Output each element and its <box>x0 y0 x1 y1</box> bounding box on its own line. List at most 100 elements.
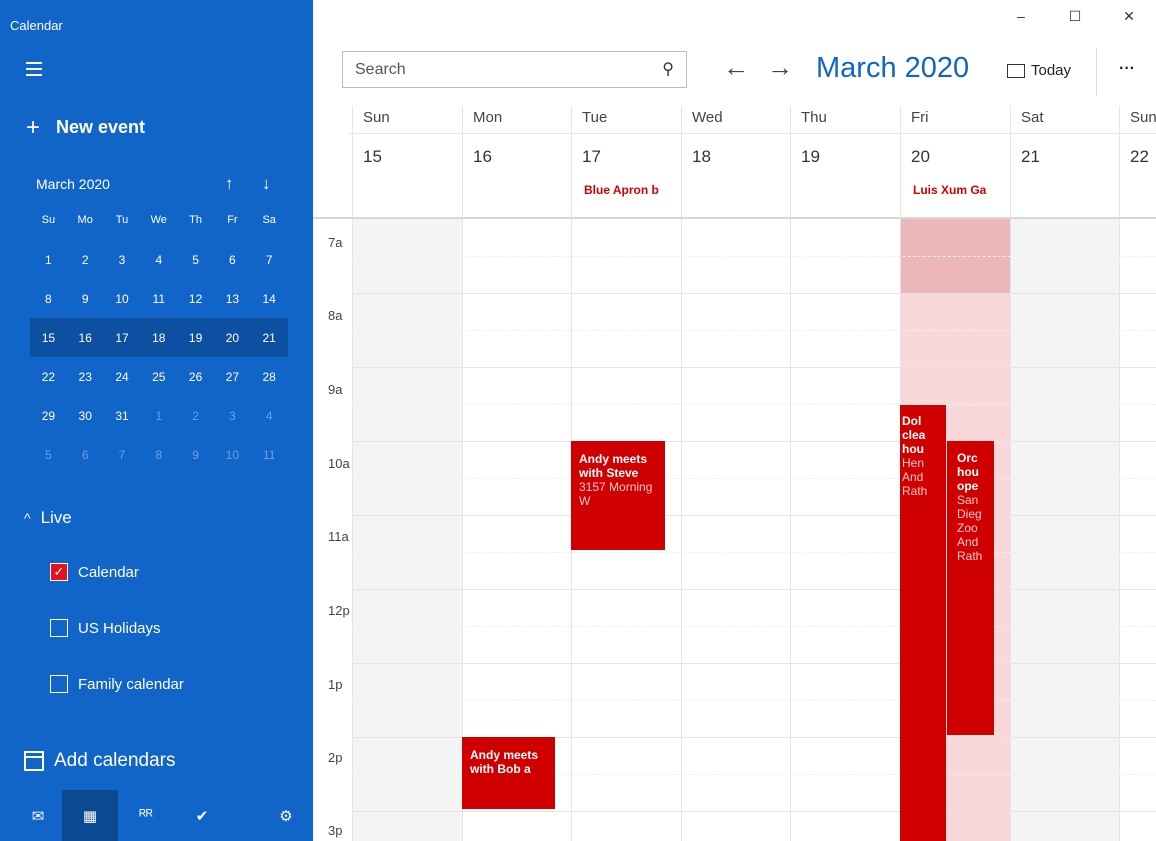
mini-calendar-day[interactable]: 24 <box>104 370 141 384</box>
arrow-left-icon[interactable]: ← <box>723 52 749 82</box>
day-date: 22 <box>1130 147 1149 166</box>
mini-calendar-day[interactable]: 18 <box>140 331 177 345</box>
mini-calendar-week: 29 30 31 1 2 3 4 <box>30 396 288 435</box>
mini-calendar-day[interactable]: 27 <box>214 370 251 384</box>
day-header[interactable]: Sun 15 <box>352 106 462 218</box>
day-header[interactable]: Tue 17 Blue Apron b <box>571 106 681 218</box>
day-header[interactable]: Fri 20 Luis Xum Ga <box>900 106 1010 218</box>
calendar-event[interactable]: Andy meets with Steve 3157 Morning W <box>571 441 665 550</box>
todo-icon[interactable]: ✔ <box>174 790 230 841</box>
mini-calendar-day[interactable]: 1 <box>140 409 177 423</box>
mini-calendar-weekdays: Su Mo Tu We Th Fr Sa <box>30 200 288 240</box>
mini-calendar-day[interactable]: 7 <box>251 253 288 267</box>
all-day-event[interactable]: Blue Apron b <box>584 183 672 197</box>
calendar-icon[interactable]: ▦ <box>62 790 118 841</box>
close-icon[interactable]: ✕ <box>1102 8 1156 25</box>
arrow-right-icon[interactable]: → <box>767 52 793 82</box>
more-options-icon[interactable]: ··· <box>1119 60 1135 78</box>
time-grid[interactable]: 7a 8a 9a 10a 11a 12p 1p 2p 3p Andy meets… <box>313 219 1156 841</box>
calendar-item-us-holidays[interactable]: US Holidays <box>50 619 161 637</box>
mini-calendar-day[interactable]: 12 <box>177 292 214 306</box>
new-event-button[interactable]: + New event <box>26 115 145 139</box>
mini-calendar-day[interactable]: 31 <box>104 409 141 423</box>
search-input[interactable]: Search ⚲ <box>342 51 687 88</box>
minimize-icon[interactable]: – <box>994 8 1048 25</box>
mini-calendar-day[interactable]: 17 <box>104 331 141 345</box>
checkbox-checked-icon[interactable]: ✓ <box>50 563 68 581</box>
mini-calendar-day[interactable]: 29 <box>30 409 67 423</box>
mini-calendar-day[interactable]: 5 <box>30 448 67 462</box>
day-header[interactable]: Sat 21 <box>1010 106 1119 218</box>
checkbox-icon[interactable] <box>50 675 68 693</box>
day-date: 19 <box>801 147 820 166</box>
calendar-event[interactable]: Andy meets with Bob a <box>462 737 555 809</box>
mini-calendar-day[interactable]: 11 <box>140 292 177 306</box>
half-hour-line <box>352 552 1156 553</box>
mini-calendar-day[interactable]: 14 <box>251 292 288 306</box>
mini-calendar-day[interactable]: 19 <box>177 331 214 345</box>
mini-calendar-day[interactable]: 22 <box>30 370 67 384</box>
hamburger-menu-icon[interactable] <box>26 62 42 76</box>
mini-calendar-month[interactable]: March 2020 <box>36 176 110 192</box>
search-icon[interactable]: ⚲ <box>662 59 674 79</box>
mini-calendar-day[interactable]: 8 <box>140 448 177 462</box>
checkbox-icon[interactable] <box>50 619 68 637</box>
day-of-week: Thu <box>801 109 827 126</box>
mini-calendar-day[interactable]: 8 <box>30 292 67 306</box>
mini-calendar-day[interactable]: 6 <box>214 253 251 267</box>
all-day-event[interactable]: Luis Xum Ga <box>913 183 1001 197</box>
day-header[interactable]: Mon 16 <box>462 106 571 218</box>
mini-calendar-day[interactable]: 13 <box>214 292 251 306</box>
sidebar: Calendar + New event March 2020 ↑ ↓ Su M… <box>0 0 313 841</box>
mini-calendar-day[interactable]: 30 <box>67 409 104 423</box>
mini-calendar-day[interactable]: 21 <box>251 331 288 345</box>
today-icon <box>1007 63 1025 78</box>
mini-calendar-day[interactable]: 15 <box>30 331 67 345</box>
day-date: 20 <box>911 147 930 166</box>
mini-calendar-day[interactable]: 2 <box>177 409 214 423</box>
mini-calendar-day[interactable]: 9 <box>67 292 104 306</box>
mini-calendar-day[interactable]: 23 <box>67 370 104 384</box>
arrow-down-icon[interactable]: ↓ <box>262 174 271 194</box>
mini-calendar-day[interactable]: 4 <box>251 409 288 423</box>
mini-calendar-day[interactable]: 11 <box>251 448 288 462</box>
mini-calendar-day[interactable]: 28 <box>251 370 288 384</box>
event-title: Andy meets with Steve <box>579 452 648 480</box>
add-calendars-button[interactable]: Add calendars <box>24 750 175 772</box>
column-divider <box>790 219 791 841</box>
mini-calendar-day[interactable]: 10 <box>214 448 251 462</box>
calendar-event[interactable]: Orc hou ope San Dieg Zoo And Rath <box>947 441 994 735</box>
mini-calendar-day[interactable]: 20 <box>214 331 251 345</box>
mini-calendar-day[interactable]: 7 <box>104 448 141 462</box>
mini-calendar-day[interactable]: 3 <box>214 409 251 423</box>
arrow-up-icon[interactable]: ↑ <box>225 174 234 194</box>
mini-calendar-day[interactable]: 10 <box>104 292 141 306</box>
mini-calendar-day[interactable]: 2 <box>67 253 104 267</box>
mini-calendar-day[interactable]: 3 <box>104 253 141 267</box>
people-icon[interactable]: ᴿᴿ <box>118 790 174 841</box>
mini-calendar-day[interactable]: 6 <box>67 448 104 462</box>
mini-calendar-day[interactable]: 16 <box>67 331 104 345</box>
hour-line <box>352 515 1156 516</box>
app-title: Calendar <box>10 18 63 33</box>
settings-gear-icon[interactable]: ⚙ <box>258 790 314 841</box>
day-date: 18 <box>692 147 711 166</box>
calendar-item-family-calendar[interactable]: Family calendar <box>50 675 184 693</box>
day-header[interactable]: Wed 18 <box>681 106 790 218</box>
week-navigation: ← → <box>723 52 811 83</box>
calendar-event[interactable]: Dol clea hou Hen And Rath <box>900 405 946 841</box>
mail-icon[interactable]: ✉ <box>10 790 66 841</box>
mini-calendar-day[interactable]: 9 <box>177 448 214 462</box>
today-button[interactable]: Today <box>1007 62 1071 79</box>
day-header[interactable]: Sun 22 <box>1119 106 1156 218</box>
month-title[interactable]: March 2020 <box>816 52 969 85</box>
mini-calendar-day[interactable]: 26 <box>177 370 214 384</box>
mini-calendar-day[interactable]: 25 <box>140 370 177 384</box>
day-header[interactable]: Thu 19 <box>790 106 900 218</box>
mini-calendar-day[interactable]: 5 <box>177 253 214 267</box>
calendar-item-calendar[interactable]: ✓ Calendar <box>50 563 139 581</box>
mini-calendar-day[interactable]: 1 <box>30 253 67 267</box>
account-group-toggle[interactable]: ^ Live <box>24 508 72 528</box>
maximize-icon[interactable]: ☐ <box>1048 8 1102 25</box>
mini-calendar-day[interactable]: 4 <box>140 253 177 267</box>
